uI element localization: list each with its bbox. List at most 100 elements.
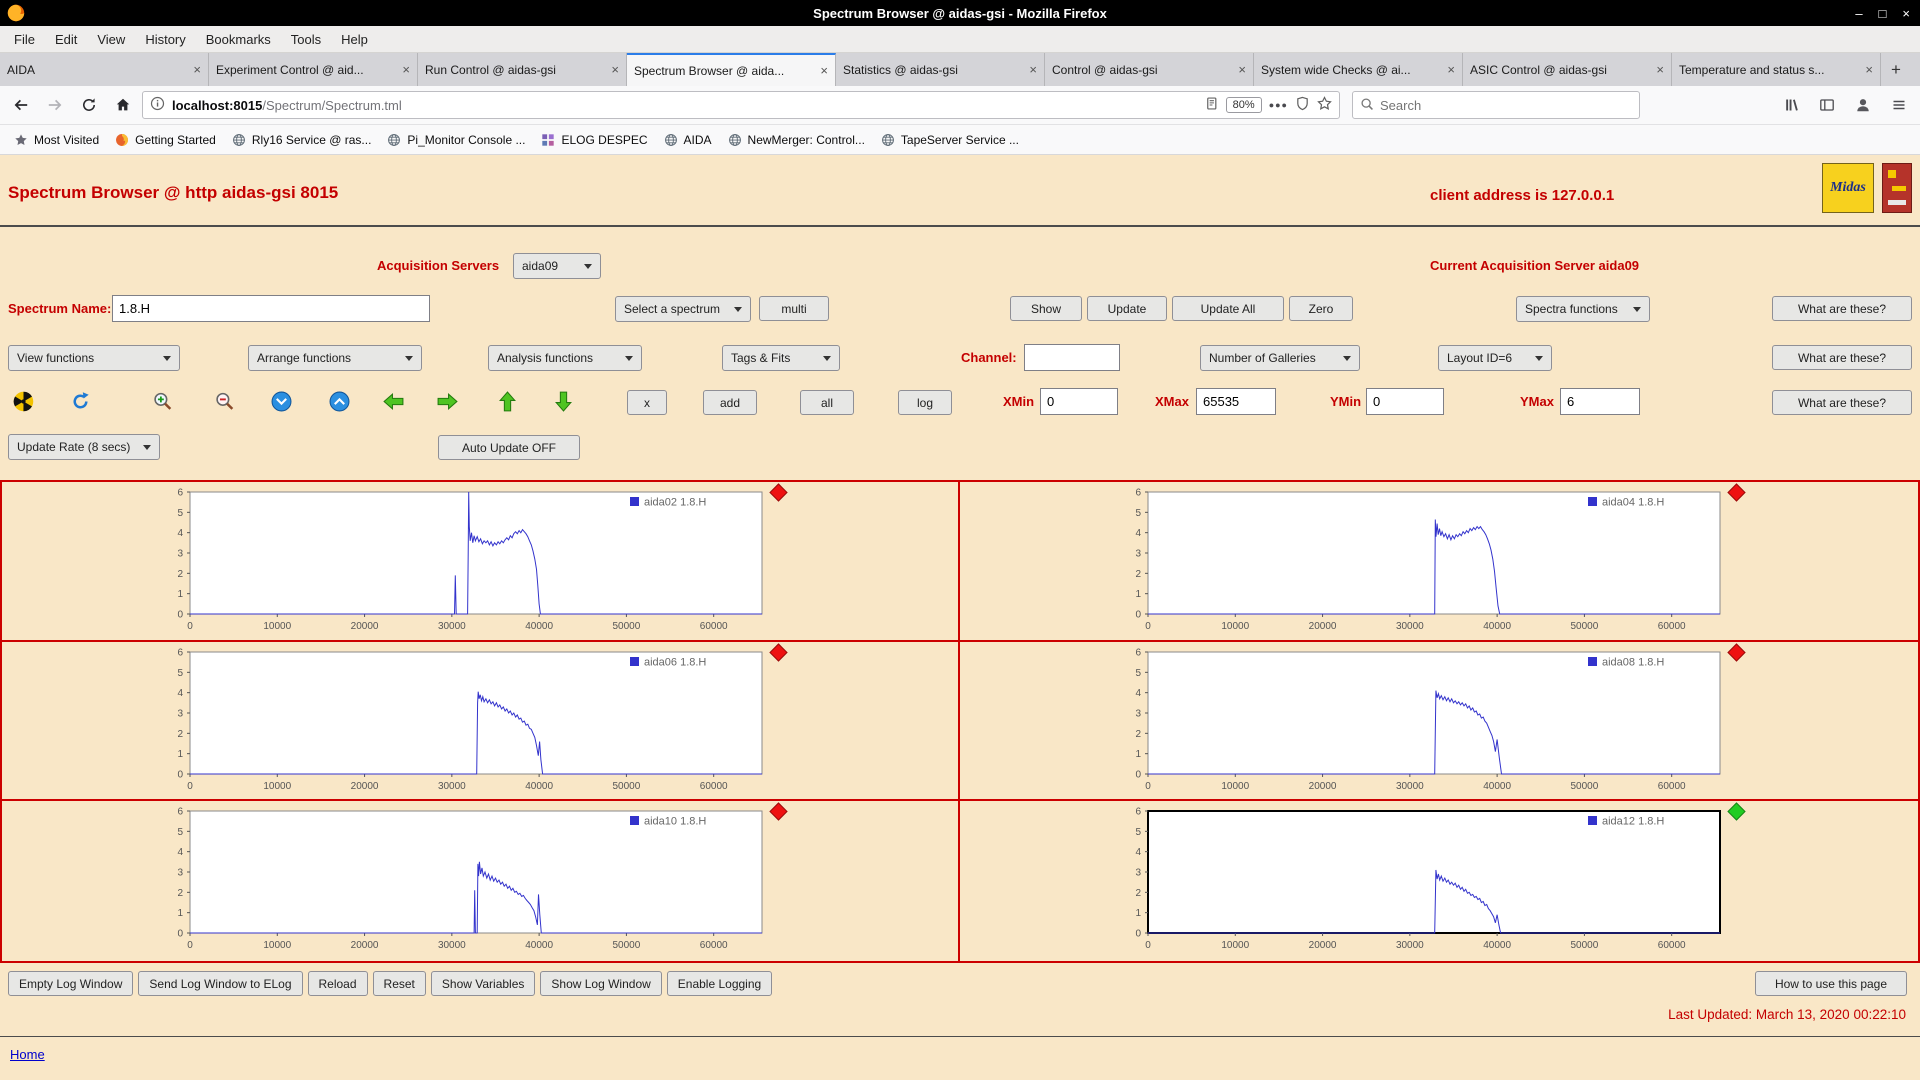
what-are-these-button-3[interactable]: What are these? [1772, 390, 1912, 415]
empty-log-window-button[interactable]: Empty Log Window [8, 971, 133, 996]
send-log-window-to-elog-button[interactable]: Send Log Window to ELog [138, 971, 302, 996]
xmax-input[interactable] [1196, 388, 1276, 415]
minimize-button[interactable]: – [1855, 6, 1862, 21]
tab-close-icon[interactable]: × [402, 62, 410, 77]
zoom-indicator[interactable]: 80% [1226, 97, 1262, 113]
zoom-in-icon[interactable] [150, 389, 176, 413]
tab-close-icon[interactable]: × [1656, 62, 1664, 77]
update-button[interactable]: Update [1087, 296, 1167, 321]
bookmark-most-visited[interactable]: Most Visited [6, 129, 107, 151]
library-icon[interactable] [1776, 91, 1806, 119]
reload-button[interactable]: Reload [308, 971, 368, 996]
url-text[interactable]: localhost:8015/Spectrum/Spectrum.tml [172, 98, 1197, 113]
update-rate-dropdown[interactable]: Update Rate (8 secs) [8, 434, 160, 460]
view-functions-dropdown[interactable]: View functions [8, 345, 180, 371]
tab-close-icon[interactable]: × [1447, 62, 1455, 77]
arrange-functions-dropdown[interactable]: Arrange functions [248, 345, 422, 371]
sphere-arrow-up-icon[interactable] [326, 389, 352, 413]
tab-close-icon[interactable]: × [1238, 62, 1246, 77]
menu-edit[interactable]: Edit [45, 28, 87, 51]
tab-asic-control-aidas-gsi[interactable]: ASIC Control @ aidas-gsi× [1463, 53, 1672, 86]
menu-hamburger-icon[interactable] [1884, 91, 1914, 119]
layout-id-dropdown[interactable]: Layout ID=6 [1438, 345, 1552, 371]
tab-temperature-and-status-s[interactable]: Temperature and status s...× [1672, 53, 1881, 86]
page-actions-icon[interactable]: ●●● [1269, 100, 1288, 110]
midas-logo[interactable]: Midas [1822, 163, 1874, 213]
number-of-galleries-dropdown[interactable]: Number of Galleries [1200, 345, 1360, 371]
select-spectrum-dropdown[interactable]: Select a spectrum [615, 296, 751, 322]
tab-close-icon[interactable]: × [1865, 62, 1873, 77]
url-bar[interactable]: localhost:8015/Spectrum/Spectrum.tml 80%… [142, 91, 1340, 119]
bookmark-pi-monitor-console[interactable]: Pi_Monitor Console ... [379, 129, 533, 151]
sidebar-icon[interactable] [1812, 91, 1842, 119]
what-are-these-button-2[interactable]: What are these? [1772, 345, 1912, 370]
green-arrow-right-icon[interactable] [434, 389, 460, 413]
menu-tools[interactable]: Tools [281, 28, 331, 51]
log-button[interactable]: log [898, 390, 952, 415]
menu-file[interactable]: File [4, 28, 45, 51]
search-input[interactable] [1380, 98, 1632, 113]
close-button[interactable]: × [1902, 6, 1910, 21]
ymin-input[interactable] [1366, 388, 1444, 415]
menu-history[interactable]: History [135, 28, 195, 51]
what-are-these-button-1[interactable]: What are these? [1772, 296, 1912, 321]
acq-server-select[interactable]: aida09 [513, 253, 601, 279]
account-icon[interactable] [1848, 91, 1878, 119]
spectrum-name-input[interactable] [112, 295, 430, 322]
bookmark-aida[interactable]: AIDA [656, 129, 720, 151]
bookmark-star-icon[interactable] [1317, 96, 1332, 114]
how-to-use-button[interactable]: How to use this page [1755, 971, 1907, 996]
menu-bookmarks[interactable]: Bookmarks [196, 28, 281, 51]
all-button[interactable]: all [800, 390, 854, 415]
back-button[interactable] [6, 91, 36, 119]
experiment-logo[interactable] [1882, 163, 1912, 213]
sphere-arrow-down-icon[interactable] [268, 389, 294, 413]
bookmark-rly16-service-ras[interactable]: Rly16 Service @ ras... [224, 129, 380, 151]
reader-mode-icon[interactable] [1204, 96, 1219, 114]
new-tab-button[interactable]: + [1881, 53, 1911, 86]
site-info-icon[interactable] [150, 96, 165, 114]
x-button[interactable]: x [627, 390, 667, 415]
enable-logging-button[interactable]: Enable Logging [667, 971, 772, 996]
bookmark-newmerger-control[interactable]: NewMerger: Control... [720, 129, 873, 151]
maximize-button[interactable]: □ [1879, 6, 1887, 21]
reset-button[interactable]: Reset [373, 971, 426, 996]
tags-fits-dropdown[interactable]: Tags & Fits [722, 345, 840, 371]
radiation-icon[interactable] [10, 389, 36, 413]
add-button[interactable]: add [703, 390, 757, 415]
channel-input[interactable] [1024, 344, 1120, 371]
menu-view[interactable]: View [87, 28, 135, 51]
spectra-functions-dropdown[interactable]: Spectra functions [1516, 296, 1650, 322]
tab-statistics-aidas-gsi[interactable]: Statistics @ aidas-gsi× [836, 53, 1045, 86]
update-all-button[interactable]: Update All [1172, 296, 1284, 321]
ymax-input[interactable] [1560, 388, 1640, 415]
bookmark-elog-despec[interactable]: ELOG DESPEC [533, 129, 655, 151]
tab-close-icon[interactable]: × [611, 62, 619, 77]
tab-control-aidas-gsi[interactable]: Control @ aidas-gsi× [1045, 53, 1254, 86]
refresh-icon[interactable] [67, 389, 93, 413]
tab-spectrum-browser-aida[interactable]: Spectrum Browser @ aida...× [627, 53, 836, 86]
spectrum-cell-aida12[interactable]: 01234560100002000030000400005000060000ai… [960, 801, 1918, 961]
green-arrow-down-icon[interactable] [550, 389, 576, 413]
tab-aida[interactable]: AIDA× [0, 53, 209, 86]
home-button[interactable] [108, 91, 138, 119]
bookmark-getting-started[interactable]: Getting Started [107, 129, 224, 151]
spectrum-cell-aida04[interactable]: 01234560100002000030000400005000060000ai… [960, 482, 1918, 642]
spectrum-cell-aida06[interactable]: 01234560100002000030000400005000060000ai… [2, 642, 960, 802]
show-log-window-button[interactable]: Show Log Window [540, 971, 661, 996]
tab-run-control-aidas-gsi[interactable]: Run Control @ aidas-gsi× [418, 53, 627, 86]
multi-button[interactable]: multi [759, 296, 829, 321]
green-arrow-up-icon[interactable] [494, 389, 520, 413]
spectrum-cell-aida08[interactable]: 01234560100002000030000400005000060000ai… [960, 642, 1918, 802]
tab-close-icon[interactable]: × [193, 62, 201, 77]
xmin-input[interactable] [1040, 388, 1118, 415]
tab-close-icon[interactable]: × [1029, 62, 1037, 77]
tab-system-wide-checks-ai[interactable]: System wide Checks @ ai...× [1254, 53, 1463, 86]
auto-update-button[interactable]: Auto Update OFF [438, 435, 580, 460]
forward-button[interactable] [40, 91, 70, 119]
zoom-out-icon[interactable] [212, 389, 238, 413]
shield-icon[interactable] [1295, 96, 1310, 114]
analysis-functions-dropdown[interactable]: Analysis functions [488, 345, 642, 371]
tab-close-icon[interactable]: × [820, 63, 828, 78]
bookmark-tapeserver-service[interactable]: TapeServer Service ... [873, 129, 1027, 151]
